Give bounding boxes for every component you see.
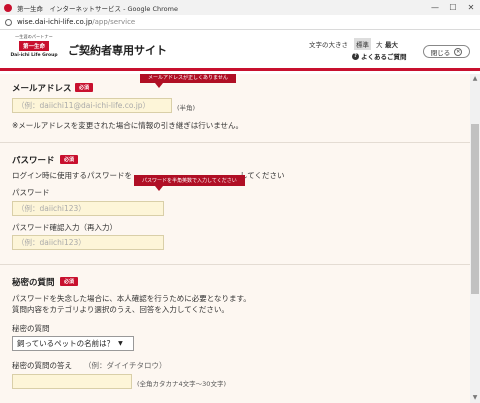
password-description-end: してください	[240, 171, 285, 180]
password-confirm-input[interactable]: （例：daiichi123）	[12, 235, 164, 250]
secret-answer-label: 秘密の質問の答え	[12, 361, 72, 370]
scroll-down-icon[interactable]: ▼	[470, 393, 480, 403]
email-required-badge: 必須	[75, 83, 93, 92]
password-input[interactable]: （例：daiichi123）	[12, 201, 164, 216]
close-button[interactable]: 閉じる ✕	[423, 45, 470, 58]
logo-name: 第一生命	[19, 41, 49, 51]
company-logo[interactable]: 一生涯のパートナー 第一生命 Dai-ichi Life Group	[10, 34, 58, 67]
window-close-icon[interactable]: ✕	[462, 0, 480, 15]
browser-titlebar: 第一生命 インターネットサービス - Google Chrome — ☐ ✕	[0, 0, 480, 15]
email-note: ※メールアドレスを変更された場合に情報の引き継ぎは行いません。	[12, 121, 244, 130]
font-size-max-button[interactable]: 最大	[383, 38, 400, 50]
password-label: パスワード	[12, 188, 50, 197]
email-error-tooltip: メールアドレスが正しくありません	[140, 74, 236, 83]
secret-answer-hint: (全角カタカナ4文字〜30文字)	[137, 380, 226, 388]
section-divider	[0, 264, 470, 265]
maximize-icon[interactable]: ☐	[444, 0, 462, 15]
secret-question-heading: 秘密の質問	[12, 278, 55, 288]
font-size-label: 文字の大きさ	[309, 41, 348, 49]
window-controls: — ☐ ✕	[426, 0, 480, 15]
password-description-start: ログイン時に使用するパスワードを	[12, 171, 132, 180]
password-confirm-label: パスワード確認入力（再入力）	[12, 223, 117, 232]
secret-description-line1: パスワードを失念した場合に、本人確認を行うために必要となります。	[12, 294, 251, 303]
secret-question-selected: 飼っているペットの名前は？	[17, 339, 115, 348]
secret-description-line2: 質問内容をカテゴリより選択のうえ、回答を入力してください。	[12, 305, 229, 314]
email-input[interactable]: （例：daiichi11@dai-ichi-life.co.jp）	[12, 98, 172, 113]
secret-question-select[interactable]: 飼っているペットの名前は？ ▼	[12, 336, 134, 351]
faq-label: よくあるご質問	[361, 53, 407, 61]
scroll-thumb[interactable]	[471, 124, 479, 294]
site-info-icon[interactable]	[5, 18, 12, 26]
close-label: 閉じる	[430, 48, 451, 57]
minimize-icon[interactable]: —	[426, 0, 444, 15]
site-header: 一生涯のパートナー 第一生命 Dai-ichi Life Group ご契約者専…	[0, 30, 480, 71]
password-heading: パスワード	[12, 156, 55, 166]
email-hint: (半角)	[177, 104, 196, 112]
url-host: wise.dai-ichi-life.co.jp	[17, 18, 93, 26]
secret-answer-input[interactable]	[12, 374, 132, 389]
site-title: ご契約者専用サイト	[68, 44, 167, 57]
close-circle-icon: ✕	[454, 47, 463, 56]
logo-group: Dai-ichi Life Group	[10, 53, 58, 58]
password-required-badge: 必須	[60, 155, 78, 164]
window-title: 第一生命 インターネットサービス - Google Chrome	[17, 4, 178, 13]
email-error-arrow	[155, 83, 163, 88]
faq-link[interactable]: ? よくあるご質問	[352, 51, 407, 61]
password-error-arrow	[155, 186, 163, 191]
vertical-scrollbar[interactable]: ▲ ▼	[470, 74, 480, 403]
logo-tagline: 一生涯のパートナー	[15, 34, 53, 39]
main-form: メールアドレス 必須 メールアドレスが正しくありません （例：daiichi11…	[0, 74, 470, 403]
font-size-standard-button[interactable]: 標準	[354, 38, 371, 50]
address-bar[interactable]: wise.dai-ichi-life.co.jp /app/service	[0, 15, 480, 30]
question-icon: ?	[352, 52, 359, 60]
secret-question-label: 秘密の質問	[12, 324, 50, 333]
password-error-tooltip: パスワードを半角英数で入力してください	[134, 175, 245, 186]
site-favicon-icon	[4, 3, 12, 12]
email-heading: メールアドレス	[12, 84, 72, 94]
scroll-up-icon[interactable]: ▲	[470, 74, 480, 84]
secret-required-badge: 必須	[60, 277, 78, 286]
secret-answer-example: （例：ダイイチタロウ）	[84, 361, 167, 370]
url-path: /app/service	[92, 18, 136, 26]
dropdown-arrow-icon: ▼	[118, 340, 123, 347]
section-divider	[0, 142, 470, 143]
